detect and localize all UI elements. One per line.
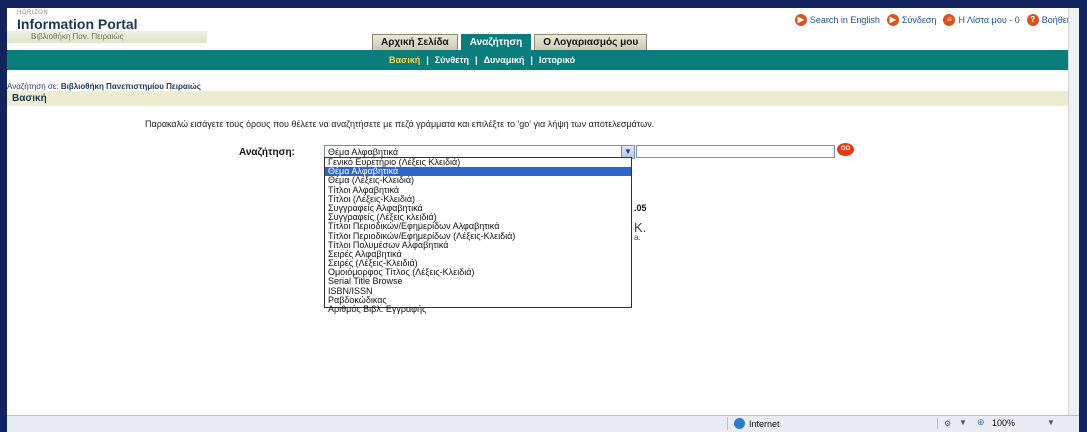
zone-label: Internet (749, 418, 780, 429)
chevron-down-icon[interactable]: ▼ (959, 418, 967, 427)
portal-header: HORIZON Information Portal Βιβλιοθήκη Πα… (7, 8, 1079, 51)
scope-library: Βιβλιοθήκη Πανεπιστημίου Πειραιώς (60, 82, 201, 91)
go-button[interactable]: GO (837, 143, 854, 156)
partially-hidden-text: a. (634, 233, 641, 242)
zoom-level[interactable]: 100% (992, 417, 1015, 430)
search-type-dropdown: Γενικό Ευρετήριο (Λέξεις Κλειδιά) Θέμα Αλ… (324, 157, 632, 314)
library-band: Βιβλιοθήκη Παν. Πειραιώς (7, 31, 207, 43)
scope-prefix: Αναζήτηση σε: (7, 82, 59, 91)
browser-content: HORIZON Information Portal Βιβλιοθήκη Πα… (7, 8, 1079, 432)
subnav-basic[interactable]: Βασική (389, 55, 420, 65)
topnav-label: Search in English (809, 15, 880, 25)
search-subnav: Βασική | Σύνθετη | Δυναμική | Ιστορικό (385, 50, 579, 70)
topnav-label: Η Λίστα μου - 0 (958, 15, 1020, 25)
list-icon: ≡ (943, 14, 956, 26)
tab-home[interactable]: Αρχική Σελίδα (372, 34, 458, 51)
zoom-icon[interactable]: ⊕ (977, 417, 988, 428)
subnav-dynamic[interactable]: Δυναμική (484, 55, 525, 65)
protected-mode-icon[interactable]: ⚙ (937, 418, 960, 429)
partially-hidden-text: .05 (634, 203, 647, 213)
search-instructions: Παρακαλώ εισάγετε τους όρους που θέλετε … (145, 119, 655, 129)
top-navigation: ▶ Search in English ▶ Σύνδεση ≡ Η Λίστα … (794, 12, 1079, 28)
page-title-bar: Βασική (7, 91, 1079, 106)
subnav-separator: | (475, 55, 478, 65)
subnav-separator: | (426, 55, 429, 65)
subnav-advanced[interactable]: Σύνθετη (435, 55, 469, 65)
security-zone: Internet (727, 417, 933, 430)
topnav-label: Σύνδεση (901, 15, 937, 25)
search-subnav-bar: Βασική | Σύνθετη | Δυναμική | Ιστορικό (7, 50, 1079, 70)
arrow-right-icon: ▶ (886, 14, 899, 26)
search-scope: Αναζήτηση σε: Βιβλιοθήκη Πανεπιστημίου Π… (7, 82, 201, 91)
tab-my-account[interactable]: Ο Λογαριασμός μου (534, 34, 648, 51)
arrow-right-icon: ▶ (794, 14, 807, 26)
my-list-link[interactable]: ≡ Η Λίστα μου - 0 (943, 14, 1020, 26)
globe-icon (734, 418, 745, 429)
portal-title: Information Portal (17, 16, 138, 32)
portal-brand: HORIZON Information Portal Βιβλιοθήκη Πα… (7, 10, 207, 43)
library-name: Βιβλιοθήκη Παν. Πειραιώς (31, 32, 124, 41)
search-input[interactable] (636, 145, 835, 158)
main-tabs: Αρχική Σελίδα Αναζήτηση Ο Λογαριασμός μο… (372, 34, 650, 51)
subnav-separator: | (530, 55, 533, 65)
tab-search[interactable]: Αναζήτηση (460, 34, 532, 51)
login-link[interactable]: ▶ Σύνδεση (886, 14, 937, 26)
page-title: Βασική (12, 93, 47, 104)
subnav-history[interactable]: Ιστορικό (539, 55, 575, 65)
help-link[interactable]: ? Βοήθεια (1026, 14, 1074, 26)
chevron-down-icon[interactable]: ▼ (1047, 418, 1055, 427)
dropdown-option[interactable]: Αριθμός Βιβλ. Εγγραφής (325, 304, 631, 314)
search-label: Αναζήτηση: (239, 147, 295, 158)
vertical-scrollbar[interactable] (1068, 8, 1079, 416)
browser-status-bar: Internet ⚙ ▼ ⊕ 100% ▼ (7, 415, 1079, 432)
search-in-english-link[interactable]: ▶ Search in English (794, 14, 880, 26)
help-icon: ? (1026, 14, 1039, 26)
